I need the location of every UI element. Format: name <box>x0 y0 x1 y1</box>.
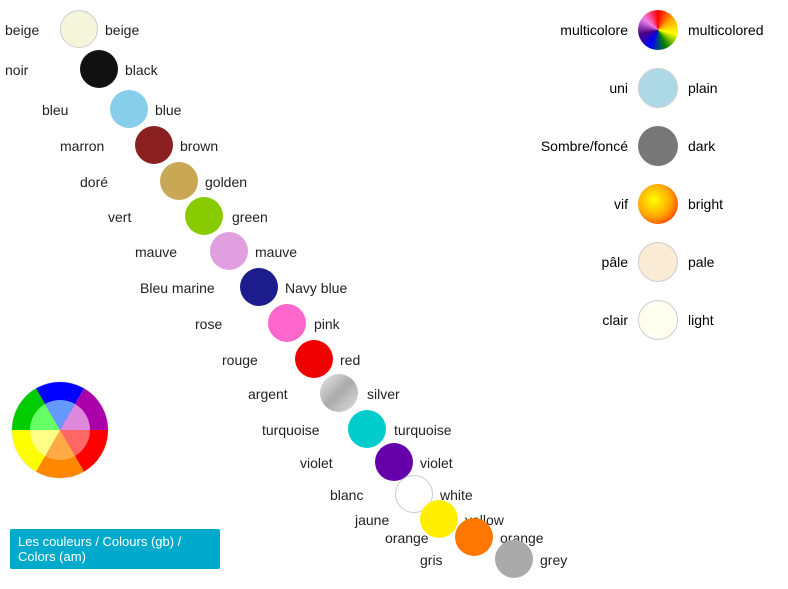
right-english-multicolored: multicolored <box>688 22 768 38</box>
label-english-mauve: mauve <box>255 244 297 260</box>
right-french-dark: Sombre/foncé <box>528 138 628 154</box>
circle-pink <box>268 304 306 342</box>
circle-mauve <box>210 232 248 270</box>
right-circle-dark <box>638 126 678 166</box>
circle-orange <box>455 518 493 556</box>
right-row-bright: vif bright <box>528 184 768 224</box>
circle-blue <box>110 90 148 128</box>
label-french-violet: violet <box>300 455 333 471</box>
label-french-green: vert <box>108 209 131 225</box>
label-french-Navy blue: Bleu marine <box>140 280 215 296</box>
label-english-blue: blue <box>155 102 181 118</box>
right-panel: multicolore multicolored uni plain Sombre/fo… <box>528 10 768 358</box>
right-circle-light <box>638 300 678 340</box>
circle-turquoise <box>348 410 386 448</box>
label-french-white: blanc <box>330 487 363 503</box>
label-french-blue: bleu <box>42 102 68 118</box>
label-french-brown: marron <box>60 138 104 154</box>
right-french-bright: vif <box>528 196 628 212</box>
label-french-red: rouge <box>222 352 258 368</box>
label-english-grey: grey <box>540 552 567 568</box>
right-french-plain: uni <box>528 80 628 96</box>
circle-Navy blue <box>240 268 278 306</box>
rainbow-circle <box>638 10 678 50</box>
label-english-silver: silver <box>367 386 400 402</box>
circle-green <box>185 197 223 235</box>
circle-black <box>80 50 118 88</box>
label-french-yellow: jaune <box>355 512 389 528</box>
right-english-bright: bright <box>688 196 768 212</box>
label-french-beige: beige <box>5 22 39 38</box>
label-french-black: noir <box>5 62 28 78</box>
right-row-dark: Sombre/foncé dark <box>528 126 768 166</box>
circle-golden <box>160 162 198 200</box>
label-french-grey: gris <box>420 552 443 568</box>
color-wheel <box>10 380 110 480</box>
right-french-pale: pâle <box>528 254 628 270</box>
right-row-plain: uni plain <box>528 68 768 108</box>
right-row-multicolored: multicolore multicolored <box>528 10 768 50</box>
label-french-mauve: mauve <box>135 244 177 260</box>
label-english-pink: pink <box>314 316 340 332</box>
right-row-pale: pâle pale <box>528 242 768 282</box>
circle-red <box>295 340 333 378</box>
right-circle-pale <box>638 242 678 282</box>
right-english-light: light <box>688 312 768 328</box>
label-english-golden: golden <box>205 174 247 190</box>
footer-text: Les couleurs / Colours (gb) / Colors (am… <box>18 534 181 564</box>
footer-bar: Les couleurs / Colours (gb) / Colors (am… <box>10 529 220 569</box>
label-french-turquoise: turquoise <box>262 422 320 438</box>
label-english-red: red <box>340 352 360 368</box>
right-english-dark: dark <box>688 138 768 154</box>
right-french-light: clair <box>528 312 628 328</box>
label-english-brown: brown <box>180 138 218 154</box>
label-english-Navy blue: Navy blue <box>285 280 347 296</box>
right-french-multicolored: multicolore <box>528 22 628 38</box>
label-english-violet: violet <box>420 455 453 471</box>
label-english-beige: beige <box>105 22 139 38</box>
label-french-golden: doré <box>80 174 108 190</box>
bright-circle <box>638 184 678 224</box>
circle-silver <box>320 374 358 412</box>
right-circle-plain <box>638 68 678 108</box>
circle-brown <box>135 126 173 164</box>
label-french-pink: rose <box>195 316 222 332</box>
right-row-light: clair light <box>528 300 768 340</box>
circle-grey <box>495 540 533 578</box>
label-english-turquoise: turquoise <box>394 422 452 438</box>
label-french-silver: argent <box>248 386 288 402</box>
right-english-pale: pale <box>688 254 768 270</box>
circle-beige <box>60 10 98 48</box>
label-english-black: black <box>125 62 158 78</box>
label-english-green: green <box>232 209 268 225</box>
label-french-orange: orange <box>385 530 429 546</box>
right-english-plain: plain <box>688 80 768 96</box>
